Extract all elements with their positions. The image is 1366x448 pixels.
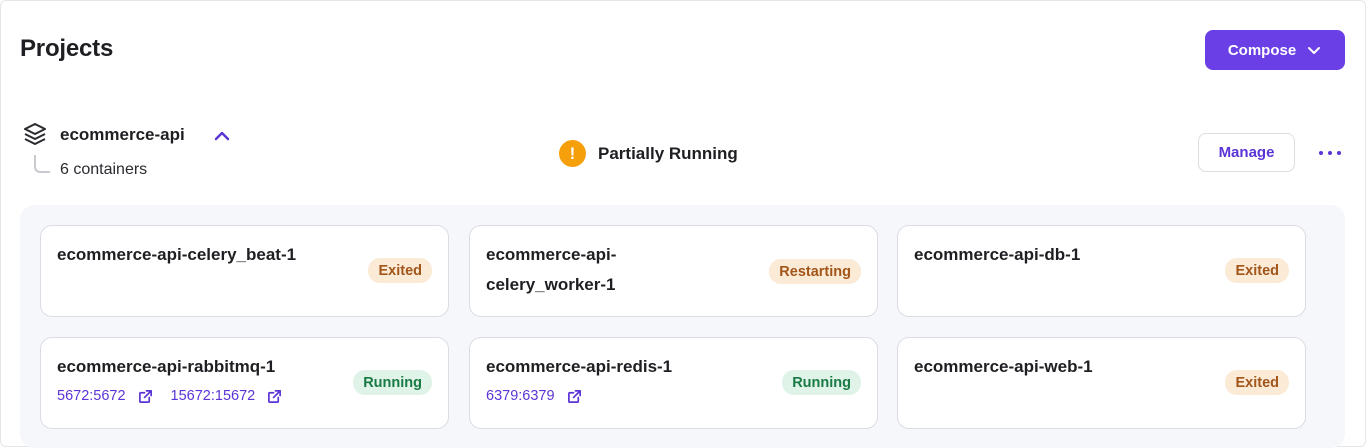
port-list: 5672:5672 15672:15672 [57,388,282,404]
container-card[interactable]: ecommerce-api-web-1 Exited [897,337,1306,429]
compose-button-label: Compose [1227,41,1297,59]
more-horizontal-icon[interactable] [1315,141,1345,165]
project-status: ! Partially Running [559,140,738,167]
external-link-icon [268,389,282,403]
status-badge: Exited [368,258,432,283]
container-name: ecommerce-api-rabbitmq-1 [57,357,276,376]
project-status-label: Partially Running [598,143,738,163]
manage-button[interactable]: Manage [1198,133,1295,172]
port-label: 5672:5672 [57,388,126,404]
warning-icon: ! [559,140,586,167]
status-badge: Exited [1225,370,1289,395]
port-link[interactable]: 6379:6379 [486,388,582,404]
status-badge: Running [782,370,861,395]
compose-button[interactable]: Compose [1205,30,1345,70]
container-card[interactable]: ecommerce-api- celery_worker-1 Restartin… [469,225,878,317]
container-count: 6 containers [60,161,148,178]
container-name: ecommerce-api-web-1 [914,357,1093,376]
container-card[interactable]: ecommerce-api-redis-1 Running 6379:6379 [469,337,878,429]
container-name: ecommerce-api- celery_worker-1 [486,240,656,300]
chevron-up-icon[interactable] [212,126,232,146]
status-badge: Restarting [769,259,861,284]
port-link[interactable]: 15672:15672 [171,388,283,404]
container-name-line: celery_worker-1 [486,275,616,294]
port-label: 6379:6379 [486,388,555,404]
project-name: ecommerce-api [60,125,185,144]
container-name: ecommerce-api-db-1 [914,245,1081,264]
port-link[interactable]: 5672:5672 [57,388,153,404]
container-name-line: ecommerce-api- [486,245,617,264]
chevron-down-icon [1308,47,1321,54]
container-name: ecommerce-api-celery_beat-1 [57,245,297,264]
container-card[interactable]: ecommerce-api-rabbitmq-1 Running 5672:56… [40,337,449,429]
external-link-icon [567,389,581,403]
status-badge: Running [353,370,432,395]
external-link-icon [138,389,152,403]
container-card[interactable]: ecommerce-api-celery_beat-1 Exited [40,225,449,317]
port-list: 6379:6379 [486,388,582,404]
tree-connector [34,155,50,173]
port-label: 15672:15672 [170,388,256,404]
layers-icon [24,123,46,145]
container-name: ecommerce-api-redis-1 [486,357,673,376]
projects-panel: Projects Compose ecommerce-api 6 contain… [0,0,1366,448]
container-card[interactable]: ecommerce-api-db-1 Exited [897,225,1306,317]
containers-grid: ecommerce-api-celery_beat-1 Exited ecomm… [20,205,1345,448]
status-badge: Exited [1225,258,1289,283]
page-title: Projects [20,35,114,62]
